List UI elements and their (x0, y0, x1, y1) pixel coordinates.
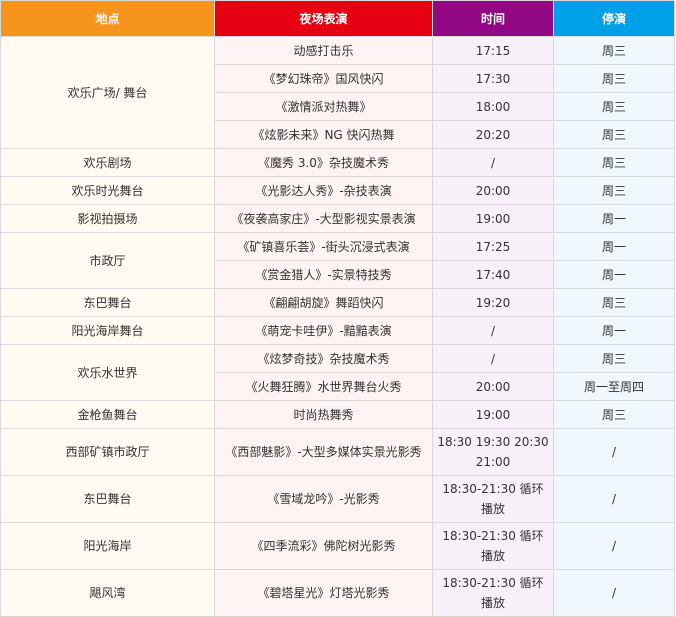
table-row: 飓风湾 《碧塔星光》灯塔光影秀 18:30-21:30 循环播放 / (0, 569, 675, 617)
location-cell: 影视拍摄场 (0, 204, 215, 233)
location-cell: 阳光海岸 (0, 522, 215, 570)
time-cell: 18:30 19:30 20:30 21:00 (432, 428, 554, 476)
location-cell: 欢乐水世界 (0, 344, 215, 401)
show-cell: 《四季流彩》佛陀树光影秀 (214, 522, 433, 570)
location-cell: 飓风湾 (0, 569, 215, 617)
location-cell: 东巴舞台 (0, 288, 215, 317)
table-row: 欢乐时光舞台 《光影达人秀》-杂技表演 20:00 周三 (0, 176, 675, 205)
table-row: 影视拍摄场 《夜袭高家庄》-大型影视实景表演 19:00 周一 (0, 204, 675, 233)
table-row: 金枪鱼舞台 时尚热舞秀 19:00 周三 (0, 400, 675, 429)
location-cell: 金枪鱼舞台 (0, 400, 215, 429)
closed-cell: / (553, 475, 675, 523)
show-cell: 《夜袭高家庄》-大型影视实景表演 (214, 204, 433, 233)
show-cell: 《萌宠卡哇伊》-黯黯表演 (214, 316, 433, 345)
show-cell: 《炫影未来》NG 快闪热舞 (214, 120, 433, 149)
time-cell: 18:30-21:30 循环播放 (432, 569, 554, 617)
header-show: 夜场表演 (214, 0, 433, 37)
location-cell: 市政厅 (0, 232, 215, 289)
closed-cell: / (553, 569, 675, 617)
show-cell: 《翩翩胡旋》舞蹈快闪 (214, 288, 433, 317)
show-cell: 《魔秀 3.0》杂技魔术秀 (214, 148, 433, 177)
show-cell: 《火舞狂腾》水世界舞台火秀 (214, 372, 433, 401)
table-row: 阳光海岸舞台 《萌宠卡哇伊》-黯黯表演 / 周一 (0, 316, 675, 345)
time-cell: 17:40 (432, 260, 554, 289)
time-cell: 17:15 (432, 36, 554, 65)
location-cell: 西部矿镇市政厅 (0, 428, 215, 476)
table-row: 欢乐剧场 《魔秀 3.0》杂技魔术秀 / 周三 (0, 148, 675, 177)
header-row: 地点 夜场表演 时间 停演 (0, 0, 675, 37)
show-cell: 《矿镇喜乐荟》-街头沉浸式表演 (214, 232, 433, 261)
time-cell: 19:00 (432, 204, 554, 233)
time-cell: 17:30 (432, 64, 554, 93)
time-cell: 18:30-21:30 循环播放 (432, 475, 554, 523)
time-cell: 19:00 (432, 400, 554, 429)
show-cell: 《雪域龙吟》-光影秀 (214, 475, 433, 523)
time-cell: 20:20 (432, 120, 554, 149)
closed-cell: 周一 (553, 232, 675, 261)
closed-cell: 周三 (553, 344, 675, 373)
closed-cell: 周三 (553, 36, 675, 65)
closed-cell: 周三 (553, 176, 675, 205)
location-cell: 欢乐广场/ 舞台 (0, 36, 215, 149)
show-cell: 《炫梦奇技》杂技魔术秀 (214, 344, 433, 373)
time-cell: 20:00 (432, 372, 554, 401)
show-cell: 时尚热舞秀 (214, 400, 433, 429)
closed-cell: / (553, 428, 675, 476)
table-row: 东巴舞台 《翩翩胡旋》舞蹈快闪 19:20 周三 (0, 288, 675, 317)
time-cell: 19:20 (432, 288, 554, 317)
table-row: 欢乐水世界 《炫梦奇技》杂技魔术秀 / 周三 (0, 344, 675, 401)
table-row: 阳光海岸 《四季流彩》佛陀树光影秀 18:30-21:30 循环播放 / (0, 522, 675, 570)
location-cell: 东巴舞台 (0, 475, 215, 523)
closed-cell: 周一 (553, 316, 675, 345)
time-cell: / (432, 316, 554, 345)
show-cell: 动感打击乐 (214, 36, 433, 65)
closed-cell: 周三 (553, 92, 675, 121)
show-cell: 《光影达人秀》-杂技表演 (214, 176, 433, 205)
location-cell: 欢乐时光舞台 (0, 176, 215, 205)
table-row: 市政厅 《矿镇喜乐荟》-街头沉浸式表演 17:25 周一 (0, 232, 675, 289)
time-cell: 17:25 (432, 232, 554, 261)
closed-cell: 周一 (553, 204, 675, 233)
closed-cell: 周三 (553, 400, 675, 429)
closed-cell: 周一至周四 (553, 372, 675, 401)
table-row: 东巴舞台 《雪域龙吟》-光影秀 18:30-21:30 循环播放 / (0, 475, 675, 523)
table-row: 西部矿镇市政厅 《西部魅影》-大型多媒体实景光影秀 18:30 19:30 20… (0, 428, 675, 476)
show-cell: 《激情派对热舞》 (214, 92, 433, 121)
time-cell: / (432, 344, 554, 373)
location-cell: 阳光海岸舞台 (0, 316, 215, 345)
closed-cell: 周三 (553, 288, 675, 317)
show-cell: 《西部魅影》-大型多媒体实景光影秀 (214, 428, 433, 476)
time-cell: 18:30-21:30 循环播放 (432, 522, 554, 570)
time-cell: / (432, 148, 554, 177)
closed-cell: 周三 (553, 148, 675, 177)
closed-cell: 周三 (553, 64, 675, 93)
location-cell: 欢乐剧场 (0, 148, 215, 177)
table-row: 欢乐广场/ 舞台 动感打击乐 17:15 周三 (0, 36, 675, 149)
closed-cell: 周三 (553, 120, 675, 149)
time-cell: 20:00 (432, 176, 554, 205)
closed-cell: / (553, 522, 675, 570)
show-cell: 《梦幻珠帝》国风快闪 (214, 64, 433, 93)
time-cell: 18:00 (432, 92, 554, 121)
header-location: 地点 (0, 0, 215, 37)
show-cell: 《碧塔星光》灯塔光影秀 (214, 569, 433, 617)
schedule-body: 欢乐广场/ 舞台 动感打击乐 17:15 周三 《梦幻珠帝》国风快闪 17:30… (0, 36, 675, 617)
header-time: 时间 (432, 0, 554, 37)
show-schedule-table: 地点 夜场表演 时间 停演 欢乐广场/ 舞台 动感打击乐 17:15 周三 《梦… (0, 0, 675, 617)
closed-cell: 周一 (553, 260, 675, 289)
header-closed: 停演 (553, 0, 675, 37)
show-cell: 《赏金猎人》-实景特技秀 (214, 260, 433, 289)
